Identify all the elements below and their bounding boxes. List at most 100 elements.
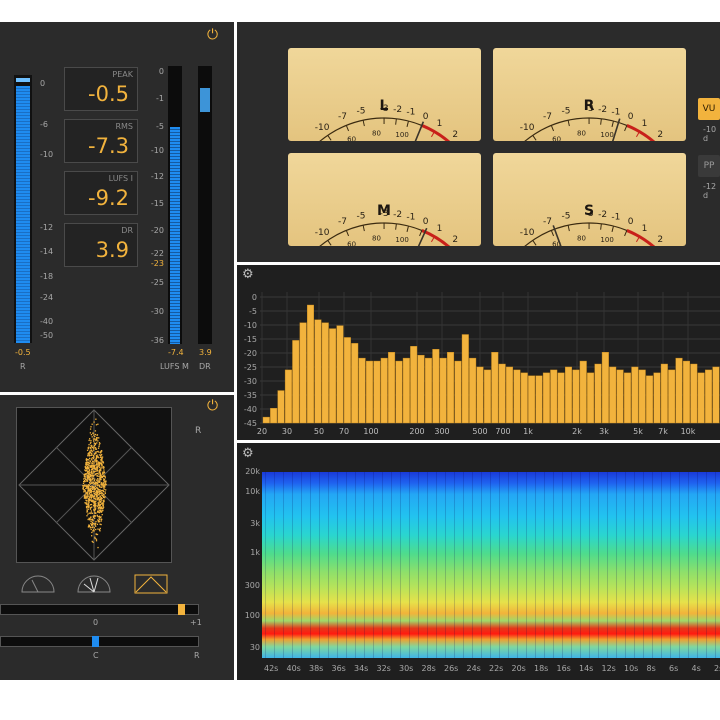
goniometer-dot bbox=[92, 530, 94, 532]
half-circle-mode-icon[interactable] bbox=[21, 575, 55, 593]
goniometer-dot bbox=[95, 500, 97, 503]
goniometer-dot bbox=[92, 440, 95, 442]
goniometer-dot bbox=[102, 475, 105, 477]
left-meter-scale-label: -24 bbox=[40, 293, 54, 302]
spectrum-x-label: 300 bbox=[434, 427, 449, 436]
goniometer-dot bbox=[101, 489, 103, 492]
goniometer-dot bbox=[90, 441, 92, 444]
goniometer-dot bbox=[88, 506, 90, 508]
goniometer-dot bbox=[90, 510, 93, 512]
goniometer-dot bbox=[96, 434, 99, 436]
lufs-scale-label: -20 bbox=[150, 226, 164, 235]
goniometer-dot bbox=[102, 467, 104, 469]
goniometer-dot bbox=[84, 502, 86, 504]
goniometer-dot bbox=[91, 521, 94, 524]
goniometer-dot bbox=[96, 496, 98, 498]
goniometer-dot bbox=[98, 484, 101, 486]
goniometer-dot bbox=[98, 442, 101, 444]
left-level-bar-fill bbox=[16, 86, 30, 343]
goniometer-dot bbox=[100, 467, 102, 469]
goniometer-dot bbox=[86, 487, 88, 489]
readout-value: -0.5 bbox=[88, 82, 129, 106]
goniometer-dot bbox=[95, 538, 98, 540]
spectrum-y-label: -15 bbox=[244, 335, 257, 344]
spectrum-bar bbox=[520, 372, 528, 424]
goniometer-dot bbox=[102, 504, 104, 507]
goniometer-dot bbox=[98, 481, 100, 483]
goniometer-dot bbox=[90, 434, 93, 436]
spectrogram-y-label: 20k bbox=[245, 467, 260, 476]
goniometer-dot bbox=[90, 439, 92, 442]
goniometer-dot bbox=[103, 466, 105, 468]
vu-tick bbox=[395, 118, 397, 125]
spectrum-bar bbox=[439, 357, 447, 424]
goniometer-dot bbox=[91, 436, 93, 438]
vu-channel-label: R bbox=[584, 98, 595, 114]
vu-tick bbox=[406, 120, 409, 127]
spectrum-x-label: 1k bbox=[523, 427, 533, 436]
spectrogram-settings-icon[interactable]: ⚙ bbox=[242, 446, 254, 461]
vu-inner-label: 80 bbox=[372, 234, 381, 242]
goniometer-dot bbox=[103, 485, 106, 487]
goniometer-dot bbox=[100, 503, 102, 505]
lufs-scale-label: -36 bbox=[150, 336, 164, 345]
polar-mode-icon[interactable] bbox=[77, 575, 111, 593]
goniometer-dot bbox=[94, 438, 96, 440]
goniometer-dot bbox=[97, 440, 99, 442]
ppm-mode-button[interactable]: PP bbox=[698, 155, 720, 177]
goniometer-dot bbox=[95, 424, 98, 426]
lufs-scale-label: -30 bbox=[150, 307, 164, 316]
spectrum-bar bbox=[336, 325, 344, 424]
goniometer-dot bbox=[92, 477, 94, 479]
goniometer-dot bbox=[93, 527, 96, 529]
stereo-power-icon[interactable]: ⏻ bbox=[207, 398, 218, 414]
goniometer-dot bbox=[89, 483, 91, 485]
goniometer-dot bbox=[82, 485, 84, 487]
goniometer-dot bbox=[89, 504, 92, 506]
goniometer-dot bbox=[96, 463, 99, 465]
goniometer-dot bbox=[98, 517, 100, 520]
lissajous-mode-icon[interactable] bbox=[134, 574, 168, 594]
goniometer-dot bbox=[97, 463, 100, 465]
lufs-scale-label: -22 bbox=[150, 249, 164, 258]
spectrum-bar bbox=[358, 357, 366, 424]
goniometer-dot bbox=[89, 496, 91, 499]
goniometer-dot bbox=[101, 483, 103, 485]
goniometer-dot bbox=[93, 467, 95, 469]
goniometer-dot bbox=[97, 497, 99, 499]
vu-inner-label: 100 bbox=[600, 236, 613, 244]
spectrum-bar bbox=[424, 357, 432, 424]
spectrogram-x-label: 20s bbox=[511, 664, 526, 673]
spectrum-bar bbox=[299, 322, 307, 424]
goniometer-dot bbox=[98, 492, 100, 494]
spectrogram-y-label: 100 bbox=[244, 611, 260, 620]
vu-mode-button[interactable]: VU bbox=[698, 98, 720, 120]
goniometer-dot bbox=[87, 508, 90, 510]
goniometer-dot bbox=[97, 546, 99, 549]
vu-tick bbox=[567, 120, 570, 127]
goniometer-dot bbox=[98, 461, 100, 463]
dr-meter-fill bbox=[200, 88, 210, 112]
goniometer-dot bbox=[95, 533, 97, 536]
goniometer-dot bbox=[91, 454, 93, 456]
left-meter-bottom-value: -0.5 bbox=[15, 348, 31, 357]
goniometer-dot bbox=[98, 493, 100, 496]
goniometer-dot bbox=[90, 480, 92, 482]
level-meter-power-icon[interactable]: ⏻ bbox=[207, 27, 218, 43]
goniometer-dot bbox=[94, 503, 96, 505]
spectrum-bar bbox=[314, 319, 322, 424]
goniometer-dot bbox=[93, 471, 96, 473]
goniometer-dot bbox=[98, 511, 100, 513]
goniometer-dot bbox=[90, 444, 92, 447]
readout-box: RMS -7.3 bbox=[64, 119, 138, 163]
goniometer-dot bbox=[88, 512, 90, 514]
spectrum-bar bbox=[351, 343, 359, 424]
goniometer-dot bbox=[86, 476, 88, 478]
spectrogram-x-label: 24s bbox=[466, 664, 481, 673]
goniometer-dot bbox=[99, 478, 101, 481]
spectrum-bar bbox=[262, 416, 270, 424]
spectrum-y-label: -20 bbox=[244, 349, 257, 358]
readout-box: DR 3.9 bbox=[64, 223, 138, 267]
goniometer-dot bbox=[94, 478, 96, 480]
spectrum-bar bbox=[277, 390, 285, 424]
